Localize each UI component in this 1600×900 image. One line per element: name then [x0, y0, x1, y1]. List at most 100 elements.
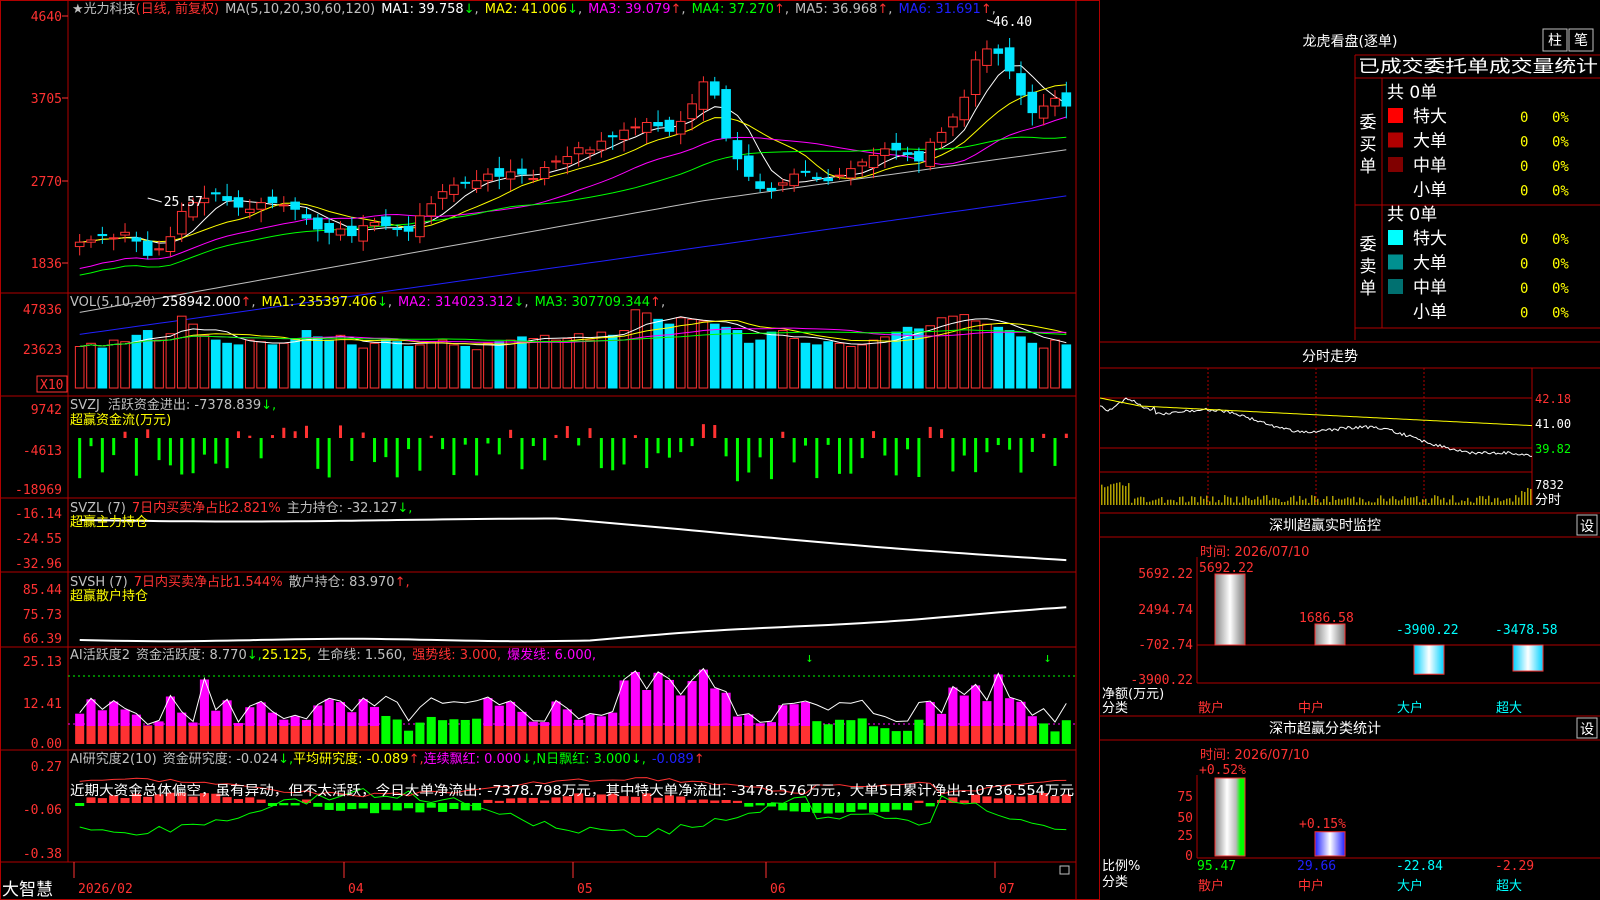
- fenshi-volume-bar: [1137, 497, 1139, 505]
- svzj-bar: [872, 431, 876, 438]
- fenshi-volume-bar: [1170, 499, 1172, 505]
- vol-sep: ,: [251, 295, 255, 310]
- ai1-bar-base: [676, 726, 686, 744]
- szm-bar-label: -3900.22: [1396, 623, 1459, 638]
- vol-y-tick: 47836: [23, 303, 62, 318]
- buy-side-label: 买: [1360, 135, 1377, 155]
- x-axis-label: 07: [999, 882, 1015, 897]
- fenshi-volume-bar: [1143, 497, 1145, 505]
- ai1-bar: [369, 706, 380, 726]
- buy-side-label: 委: [1360, 113, 1377, 133]
- ai1-bar-base: [75, 726, 85, 744]
- fenshi-volume-bar: [1455, 502, 1457, 505]
- buy-row-value: 0: [1520, 110, 1528, 126]
- fenshi-volume-bar: [1179, 496, 1181, 505]
- sell-row-name: 大单: [1413, 254, 1447, 274]
- volume-bar: [1061, 344, 1072, 389]
- ai1-bar: [608, 712, 618, 726]
- right-panel-svg[interactable]: 龙虎看盘(逐单) 柱笔已成交委托单成交量统计委买单委卖单共 0单共 0单特大 0 0%…: [1099, 0, 1600, 900]
- fenshi-volume-bar: [1395, 499, 1397, 505]
- svzj-bar: [826, 438, 830, 445]
- fenshi-volume-bar: [1365, 502, 1367, 505]
- ai1-bar-base: [177, 726, 187, 744]
- svzj-bar: [611, 438, 615, 471]
- fenshi-volume-bar: [1104, 487, 1106, 505]
- ai1-bar: [789, 704, 799, 726]
- candle-body: [675, 120, 686, 135]
- ai1-signal: ↓: [1044, 651, 1052, 666]
- svzj-bar: [633, 435, 637, 438]
- ai1-bar-base: [188, 726, 198, 744]
- ai1-bar-base: [97, 726, 107, 744]
- fenshi-volume-bar: [1335, 499, 1337, 505]
- left-chart-area[interactable]: 46.40 25.57 4640 3705 2770 1836 ★光力科技 (日线, 前复权)…: [0, 0, 1100, 900]
- price-y-tick: 4640: [31, 10, 62, 25]
- ai2-t2: 平均研究度: -0.089: [293, 751, 408, 767]
- svzj-bar: [928, 426, 932, 438]
- fenshi-volume-bar: [1392, 496, 1394, 505]
- svzj-bar: [520, 438, 524, 470]
- stock-chart-svg[interactable]: 46.40 25.57 4640 3705 2770 1836 ★光力科技 (日线, 前复权)…: [0, 0, 1100, 900]
- ai2-a4: ↓,: [631, 752, 646, 767]
- ai2-bar: [880, 803, 890, 812]
- buy-row-swatch: [1388, 132, 1403, 148]
- fenshi-volume-bar: [1485, 498, 1487, 505]
- ai1-bar-base: [483, 726, 493, 744]
- ai1-bar: [834, 719, 845, 744]
- candle-body: [777, 182, 788, 186]
- ma-sep: ,: [992, 2, 996, 17]
- svzj-bar: [985, 438, 989, 453]
- ai1-bar-base: [1005, 726, 1015, 744]
- fenshi-volume-bar: [1302, 499, 1304, 505]
- fenshi-volume-bar: [1317, 498, 1319, 505]
- ai2-bar: [381, 803, 391, 810]
- fenshi-volume-bar: [1413, 497, 1415, 505]
- sz-monitor-settings-label: 设: [1580, 519, 1594, 535]
- fenshi-volume-bar: [1434, 495, 1436, 505]
- fenshi-volume-bar: [1371, 502, 1373, 505]
- fenshi-volume-bar: [1344, 498, 1346, 505]
- candle-body: [369, 221, 380, 227]
- candle-body: [108, 237, 119, 240]
- ai1-bar: [222, 700, 232, 726]
- ma-value-5: MA5: 36.968: [795, 2, 877, 17]
- sell-row-value: 0: [1520, 257, 1528, 273]
- fenshi-volume-bar: [1446, 502, 1448, 505]
- candle-body: [1061, 92, 1072, 107]
- candle-body: [483, 173, 493, 182]
- svzj-bar: [656, 438, 660, 454]
- svzj-bar: [769, 438, 773, 480]
- fenshi-volume-bar: [1401, 499, 1403, 505]
- lock-icon[interactable]: [1059, 865, 1070, 875]
- volume-bar: [675, 317, 686, 389]
- volume-bar: [313, 336, 323, 389]
- buy-row-pct: 0%: [1552, 159, 1569, 175]
- svzj-bar: [1042, 433, 1046, 438]
- ai1-t2: 25.125,: [262, 648, 312, 663]
- fenshi-y-tick: 39.82: [1535, 442, 1571, 456]
- ai2-bar: [426, 803, 436, 808]
- ai2-label: AI研究度2(10): [70, 751, 157, 767]
- fenshi-volume-bar: [1209, 501, 1211, 505]
- candle-body: [1016, 73, 1026, 96]
- sell-row-pct: 0%: [1552, 281, 1569, 297]
- ai1-bar: [211, 710, 221, 726]
- fenshi-volume-bar: [1275, 497, 1277, 505]
- ai1-y-tick: 25.13: [23, 655, 62, 670]
- ma-value-3: MA3: 39.079: [588, 2, 670, 17]
- fenshi-volume-bar: [1464, 501, 1466, 505]
- svzj-arrow: ↓,: [261, 398, 276, 413]
- ai2-bar: [834, 803, 845, 813]
- candle-body: [301, 214, 312, 219]
- svzl-y-tick: -32.96: [15, 557, 62, 572]
- ai2-bar: [324, 803, 334, 810]
- volume-bar: [403, 346, 414, 389]
- svsh-arrow: ↑,: [395, 575, 410, 590]
- candle-body: [755, 181, 765, 189]
- candle-body: [449, 184, 459, 195]
- volume-bar: [165, 333, 176, 389]
- volume-bar: [948, 315, 958, 389]
- candle-body: [562, 156, 573, 165]
- candle-body: [970, 59, 981, 96]
- ma-value-4: MA4: 37.270: [692, 2, 774, 17]
